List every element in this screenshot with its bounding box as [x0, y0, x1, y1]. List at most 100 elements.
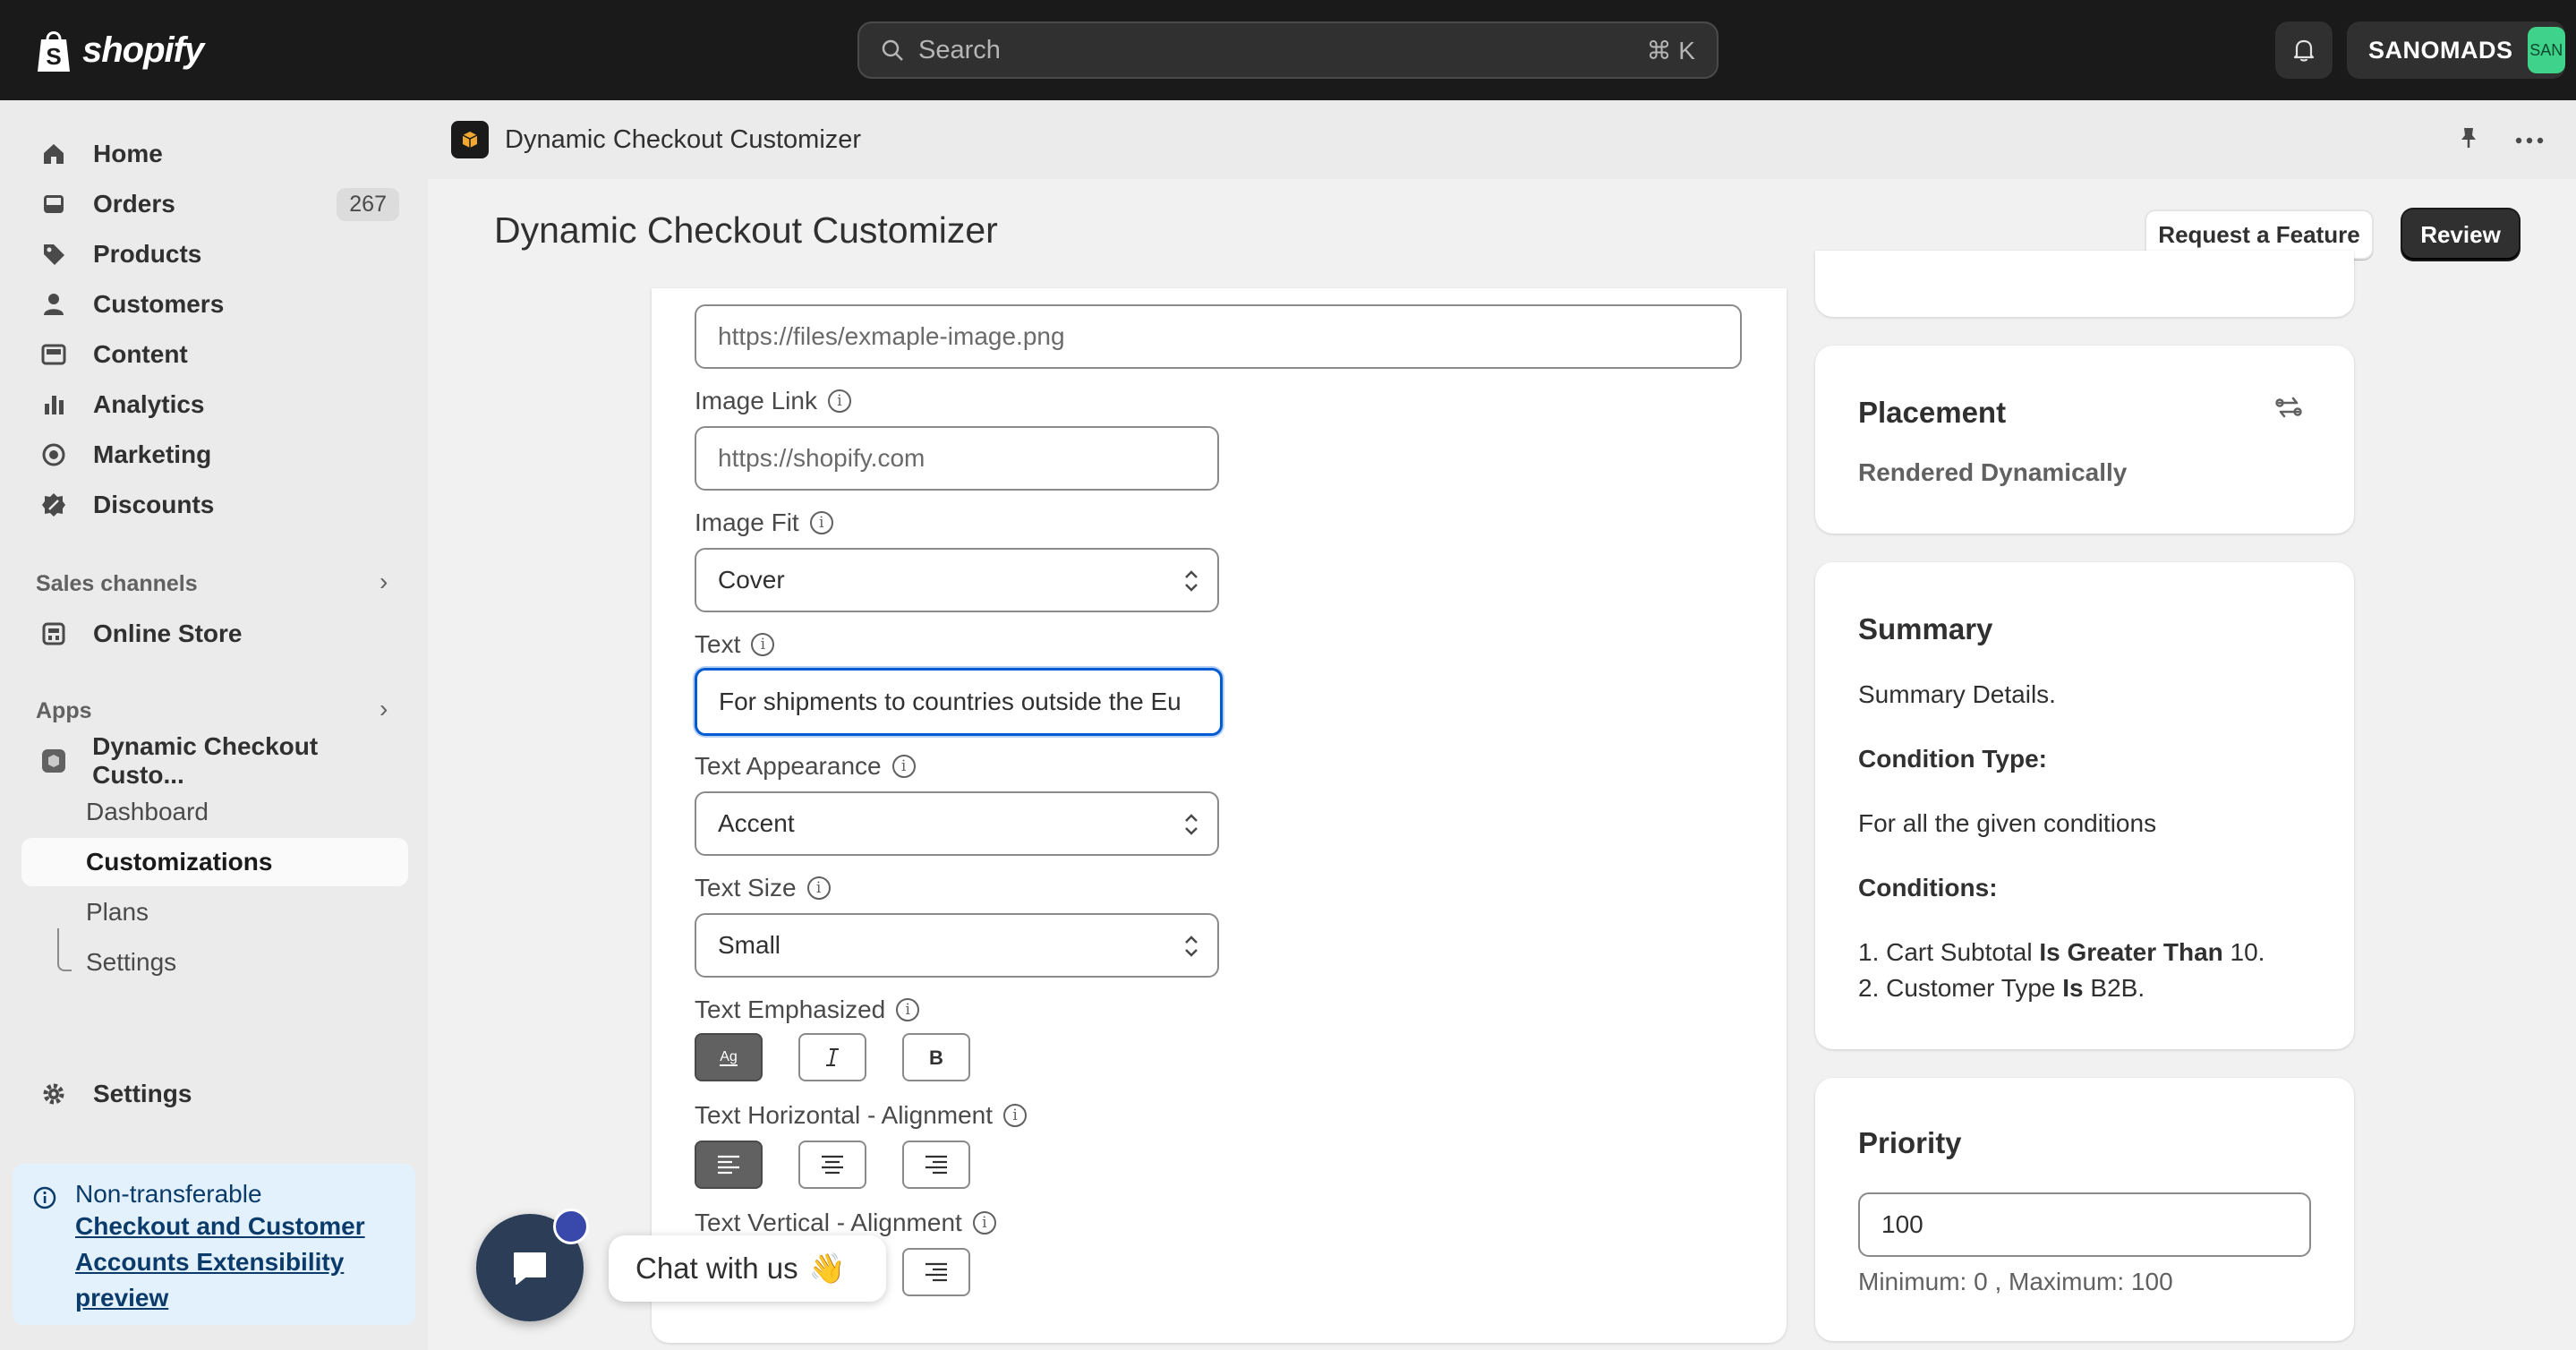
sidebar-item-analytics[interactable]: Analytics: [21, 381, 408, 428]
review-button[interactable]: Review: [2402, 209, 2519, 260]
customization-form-card: https://files/exmaple-image.png Image Li…: [652, 288, 1787, 1343]
extensibility-notice: Non-transferable Checkout and Customer A…: [13, 1164, 415, 1325]
info-icon[interactable]: i: [827, 389, 851, 413]
search-placeholder: Search: [918, 35, 1001, 64]
emphasis-bold-button[interactable]: B: [902, 1033, 970, 1081]
app-icon: [39, 747, 67, 775]
bell-icon: [2293, 39, 2315, 62]
sidebar-subitem-settings[interactable]: Settings: [21, 938, 408, 987]
priority-title: Priority: [1858, 1126, 1962, 1159]
inbox-icon: [39, 190, 68, 218]
text-style-icon: Ag: [720, 1049, 738, 1066]
text-appearance-select[interactable]: Accent: [695, 791, 1219, 856]
info-icon[interactable]: i: [809, 511, 833, 534]
text-size-value: Small: [718, 931, 781, 959]
image-link-input[interactable]: https://shopify.com: [695, 426, 1219, 491]
align-right-button[interactable]: [902, 1141, 970, 1189]
sidebar-item-label: Products: [93, 240, 202, 268]
align-right-icon: [925, 1155, 947, 1175]
app-title-bar: Dynamic Checkout Customizer: [428, 100, 2576, 179]
chat-icon: [514, 1252, 546, 1285]
sidebar-item-settings[interactable]: Settings: [21, 1071, 408, 1117]
pin-icon[interactable]: [2456, 125, 2481, 155]
sidebar-item-home[interactable]: Home: [21, 131, 408, 177]
store-name: SANOMADS: [2368, 36, 2513, 64]
chevron-right-icon[interactable]: ›: [380, 695, 388, 723]
sidebar-item-customers[interactable]: Customers: [21, 281, 408, 328]
sidebar-item-label: Content: [93, 340, 188, 368]
shopify-logo[interactable]: S shopify: [34, 25, 204, 75]
sidebar-item-marketing[interactable]: Marketing: [21, 431, 408, 478]
sidebar-item-label: Customers: [93, 290, 225, 318]
condition-item-2: 2. Customer Type Is B2B.: [1858, 974, 2145, 1002]
priority-input[interactable]: 100: [1858, 1192, 2311, 1257]
align-left-icon: [718, 1155, 739, 1175]
condition-type-label: Condition Type:: [1858, 745, 2047, 773]
sidebar-item-online-store[interactable]: Online Store: [21, 611, 408, 657]
chat-label: Chat with us: [635, 1252, 798, 1285]
image-icon: [39, 340, 68, 369]
sidebar-item-orders[interactable]: Orders 267: [21, 181, 408, 227]
notifications-button[interactable]: [2275, 21, 2333, 79]
chat-prompt-bubble[interactable]: Chat with us 👋: [609, 1235, 886, 1302]
info-icon[interactable]: i: [751, 633, 775, 656]
sidebar-item-app[interactable]: Dynamic Checkout Custo...: [21, 732, 408, 789]
info-icon[interactable]: i: [896, 998, 920, 1021]
text-input[interactable]: For shipments to countries outside the E…: [695, 668, 1223, 736]
notice-link[interactable]: Checkout and Customer Accounts Extensibi…: [75, 1209, 399, 1316]
image-fit-select[interactable]: Cover: [695, 548, 1219, 612]
refresh-icon[interactable]: [2273, 392, 2304, 427]
notice-title: Non-transferable: [75, 1180, 262, 1208]
text-horizontal-alignment-label: Text Horizontal - Alignment i: [695, 1101, 1028, 1130]
gear-icon: [39, 1080, 68, 1108]
sidebar-item-label: Marketing: [93, 440, 212, 468]
image-url-input[interactable]: https://files/exmaple-image.png: [695, 304, 1742, 369]
more-actions-icon[interactable]: [2515, 132, 2544, 149]
text-size-select[interactable]: Small: [695, 913, 1219, 978]
apps-title: Apps: [36, 698, 92, 723]
person-icon: [39, 290, 68, 319]
store-icon: [39, 619, 68, 648]
store-menu-button[interactable]: SANOMADS SAN: [2347, 21, 2565, 79]
select-caret-icon: [1185, 814, 1198, 835]
emphasis-none-button[interactable]: Ag: [695, 1033, 763, 1081]
priority-card: Priority 100 Minimum: 0 , Maximum: 100: [1815, 1078, 2354, 1341]
text-emphasized-label: Text Emphasized i: [695, 995, 920, 1024]
italic-icon: [826, 1048, 839, 1066]
sidebar-subitem-dashboard[interactable]: Dashboard: [21, 788, 408, 836]
sidebar-item-label: Orders: [93, 190, 175, 218]
align-center-button[interactable]: [798, 1141, 866, 1189]
chat-notification-badge: [553, 1209, 589, 1244]
image-fit-label: Image Fit i: [695, 508, 833, 537]
sidebar-subitem-customizations[interactable]: Customizations: [21, 838, 408, 886]
target-icon: [39, 440, 68, 469]
info-icon[interactable]: i: [1003, 1104, 1028, 1127]
placement-title: Placement: [1858, 396, 2007, 429]
align-left-button[interactable]: [695, 1141, 763, 1189]
align-right-icon: [925, 1262, 947, 1282]
priority-help-text: Minimum: 0 , Maximum: 100: [1858, 1268, 2173, 1295]
text-appearance-label: Text Appearance i: [695, 752, 916, 781]
search-bar[interactable]: Search ⌘ K: [857, 21, 1719, 79]
sidebar-subitem-plans[interactable]: Plans: [21, 888, 408, 936]
image-fit-value: Cover: [718, 566, 785, 594]
sidebar-item-label: Analytics: [93, 390, 205, 418]
info-icon[interactable]: i: [972, 1211, 996, 1235]
sidebar-item-content[interactable]: Content: [21, 331, 408, 378]
conditions-label: Conditions:: [1858, 874, 1998, 901]
wave-emoji-icon: 👋: [808, 1251, 846, 1285]
valign-bottom-button[interactable]: [902, 1248, 970, 1296]
image-link-placeholder: https://shopify.com: [718, 444, 925, 472]
sidebar-item-products[interactable]: Products: [21, 231, 408, 278]
emphasis-italic-button[interactable]: [798, 1033, 866, 1081]
info-icon[interactable]: i: [806, 876, 831, 900]
info-icon[interactable]: i: [891, 755, 916, 778]
tag-icon: [39, 240, 68, 269]
sidebar-item-label: Online Store: [93, 619, 243, 647]
store-avatar: SAN: [2527, 27, 2565, 73]
sidebar-item-discounts[interactable]: Discounts: [21, 482, 408, 528]
discount-icon: [39, 491, 68, 519]
svg-text:B: B: [929, 1047, 943, 1069]
home-icon: [39, 140, 68, 168]
chevron-right-icon[interactable]: ›: [380, 568, 388, 596]
